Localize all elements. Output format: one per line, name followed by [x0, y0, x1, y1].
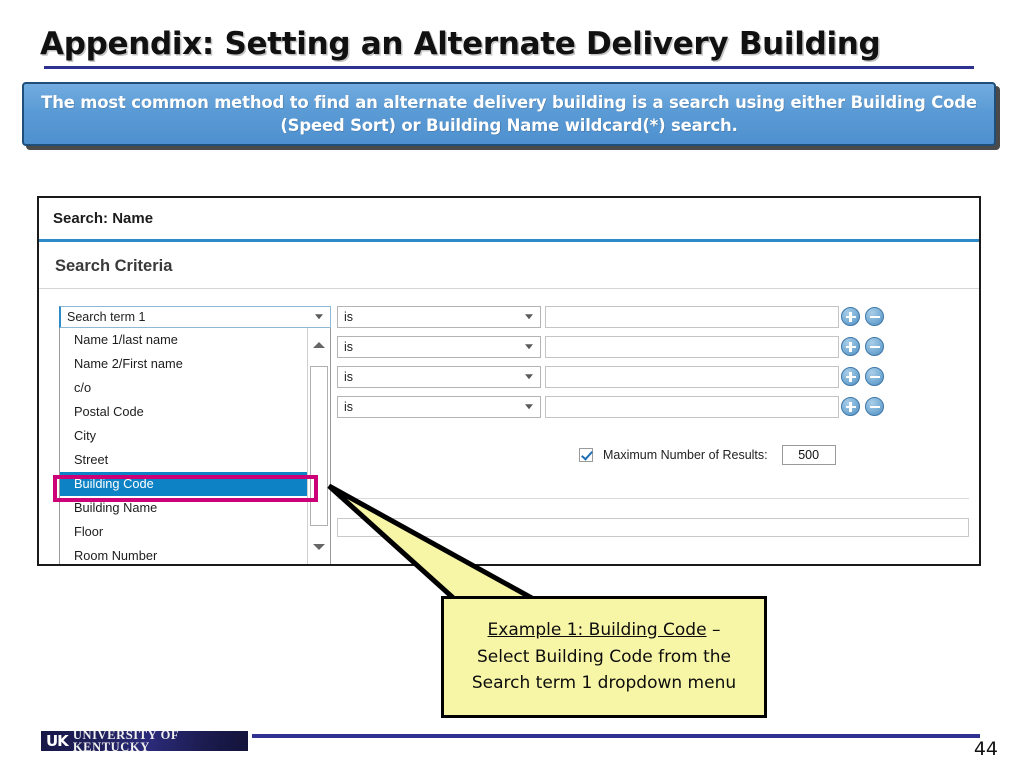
- row-buttons-4: [841, 396, 891, 418]
- operator-value-4: is: [344, 400, 354, 414]
- panel-divider: [337, 498, 969, 499]
- chevron-down-icon: [525, 344, 533, 350]
- dropdown-option-floor[interactable]: Floor: [60, 520, 330, 544]
- max-results-checkbox[interactable]: [579, 448, 593, 462]
- add-row-icon-2[interactable]: [841, 337, 860, 356]
- callout-line-1-underlined: Example 1: Building Code: [487, 619, 707, 640]
- title-divider: [44, 66, 974, 69]
- footer-divider: [252, 734, 980, 738]
- scroll-down-icon[interactable]: [312, 540, 326, 554]
- callout-line-3: Search term 1 dropdown menu: [471, 673, 737, 694]
- remove-row-icon-2[interactable]: [865, 337, 884, 356]
- university-of-kentucky-logo: UK UNIVERSITY OF KENTUCKY: [41, 731, 248, 751]
- page-title: Appendix: Setting an Alternate Delivery …: [40, 26, 881, 62]
- callout-box: Example 1: Building Code – Select Buildi…: [441, 596, 767, 718]
- search-panel: Search: Name Search Criteria Search term…: [37, 196, 981, 566]
- max-results-input[interactable]: 500: [781, 445, 836, 465]
- row-buttons-1: [841, 306, 891, 328]
- callout-line-2: Select Building Code from the: [476, 646, 731, 667]
- chevron-down-icon: [525, 314, 533, 320]
- dropdown-option-city[interactable]: City: [60, 424, 330, 448]
- max-results-label: Maximum Number of Results:: [603, 448, 768, 462]
- dropdown-option-building-code[interactable]: Building Code: [60, 472, 330, 496]
- dropdown-option-postal-code[interactable]: Postal Code: [60, 400, 330, 424]
- dropdown-option-room-number[interactable]: Room Number: [60, 544, 330, 564]
- dropdown-option-co[interactable]: c/o: [60, 376, 330, 400]
- operator-select-2[interactable]: is: [337, 336, 541, 358]
- remove-row-icon-1[interactable]: [865, 307, 884, 326]
- scroll-up-icon[interactable]: [312, 338, 326, 352]
- info-banner: The most common method to find an altern…: [22, 82, 996, 146]
- uk-logo-mark: UK: [46, 731, 69, 750]
- operator-select-3[interactable]: is: [337, 366, 541, 388]
- uk-logo-name: UNIVERSITY OF KENTUCKY: [72, 731, 179, 751]
- remove-row-icon-4[interactable]: [865, 397, 884, 416]
- callout-line-1: Example 1: Building Code –: [488, 617, 721, 644]
- value-input-4[interactable]: [545, 396, 839, 418]
- dropdown-scrollbar[interactable]: [307, 328, 330, 564]
- dropdown-option-street[interactable]: Street: [60, 448, 330, 472]
- search-term-1-value: Search term 1: [67, 310, 146, 324]
- operator-value-1: is: [344, 310, 354, 324]
- operator-value-3: is: [344, 370, 354, 384]
- dropdown-option-building-name[interactable]: Building Name: [60, 496, 330, 520]
- search-term-1-select[interactable]: Search term 1: [59, 306, 331, 328]
- remove-row-icon-3[interactable]: [865, 367, 884, 386]
- callout-line-1-tail: –: [706, 619, 721, 640]
- row-buttons-3: [841, 366, 891, 388]
- dropdown-option-name2[interactable]: Name 2/First name: [60, 352, 330, 376]
- page-number: 44: [973, 738, 998, 760]
- info-banner-text: The most common method to find an altern…: [41, 92, 977, 135]
- max-results-group: Maximum Number of Results: 500: [579, 445, 836, 465]
- search-header: Search: Name: [39, 198, 979, 242]
- search-criteria-title: Search Criteria: [55, 257, 173, 275]
- chevron-down-icon: [315, 314, 323, 320]
- chevron-down-icon: [525, 374, 533, 380]
- chevron-down-icon: [525, 404, 533, 410]
- add-row-icon-1[interactable]: [841, 307, 860, 326]
- add-row-icon-4[interactable]: [841, 397, 860, 416]
- search-header-title: Search: Name: [53, 210, 154, 227]
- search-criteria-header: Search Criteria: [39, 245, 979, 289]
- add-row-icon-3[interactable]: [841, 367, 860, 386]
- scrollbar-thumb[interactable]: [310, 366, 328, 526]
- operator-select-1[interactable]: is: [337, 306, 541, 328]
- value-input-2[interactable]: [545, 336, 839, 358]
- value-input-1[interactable]: [545, 306, 839, 328]
- search-term-1-dropdown-list[interactable]: Name 1/last name Name 2/First name c/o P…: [59, 328, 331, 564]
- bottom-wide-input[interactable]: [337, 518, 969, 537]
- operator-value-2: is: [344, 340, 354, 354]
- operator-select-4[interactable]: is: [337, 396, 541, 418]
- value-input-3[interactable]: [545, 366, 839, 388]
- dropdown-option-name1[interactable]: Name 1/last name: [60, 328, 330, 352]
- row-buttons-2: [841, 336, 891, 358]
